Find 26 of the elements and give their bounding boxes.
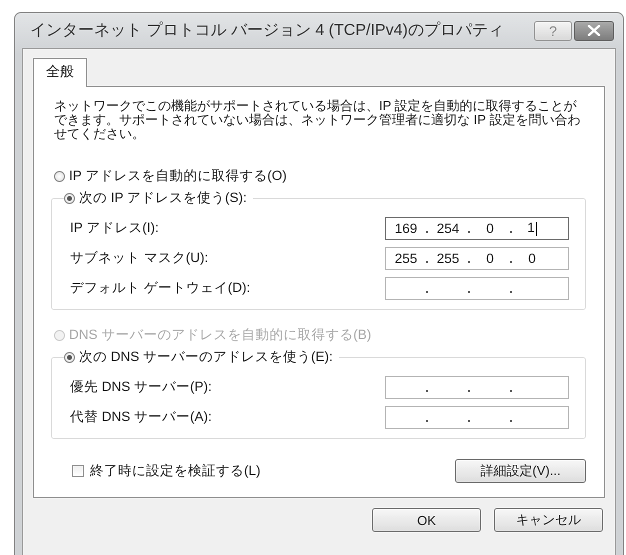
radio-button[interactable]: [64, 192, 75, 204]
radio-label[interactable]: 次の IP アドレスを使う(S):: [79, 189, 247, 207]
dialog-button[interactable]: キャンセル: [494, 508, 603, 532]
window-title: インターネット プロトコル バージョン 4 (TCP/IPv4)のプロパティ: [30, 20, 504, 41]
tab[interactable]: 全般: [33, 58, 87, 87]
dialog-button[interactable]: OK: [372, 508, 481, 532]
field-label: デフォルト ゲートウェイ(D):: [70, 279, 250, 297]
radio-label[interactable]: 次の DNS サーバーのアドレスを使う(E):: [79, 348, 333, 366]
ip-address-field[interactable]: [385, 376, 569, 398]
field-label: 代替 DNS サーバー(A):: [70, 408, 212, 426]
radio-button[interactable]: [54, 170, 65, 182]
ip-address-field[interactable]: 255 255 0 0: [385, 246, 569, 270]
field-label: IP アドレス(I):: [70, 219, 159, 237]
ip-address-field[interactable]: 169 254 0 1: [385, 216, 569, 240]
description-text: ネットワークでこの機能がサポートされている場合は、IP 設定を自動的に取得することができます。サポートされていない場合は、ネットワーク管理者に適切な IP 設定を問い合わせてください。: [54, 99, 582, 141]
close-icon: [587, 25, 601, 36]
field-label: サブネット マスク(U):: [70, 249, 208, 267]
radio-button[interactable]: [64, 352, 75, 362]
checkbox[interactable]: [72, 465, 84, 477]
field-label: 優先 DNS サーバー(P):: [70, 378, 212, 396]
ip-address-field[interactable]: [385, 276, 569, 300]
close-button[interactable]: [574, 20, 614, 40]
checkbox-label[interactable]: 終了時に設定を検証する(L): [90, 462, 260, 480]
radio-label[interactable]: IP アドレスを自動的に取得する(O): [69, 167, 287, 185]
advanced-button[interactable]: 詳細設定(V)...: [455, 459, 586, 483]
ip-address-field[interactable]: [385, 406, 569, 428]
